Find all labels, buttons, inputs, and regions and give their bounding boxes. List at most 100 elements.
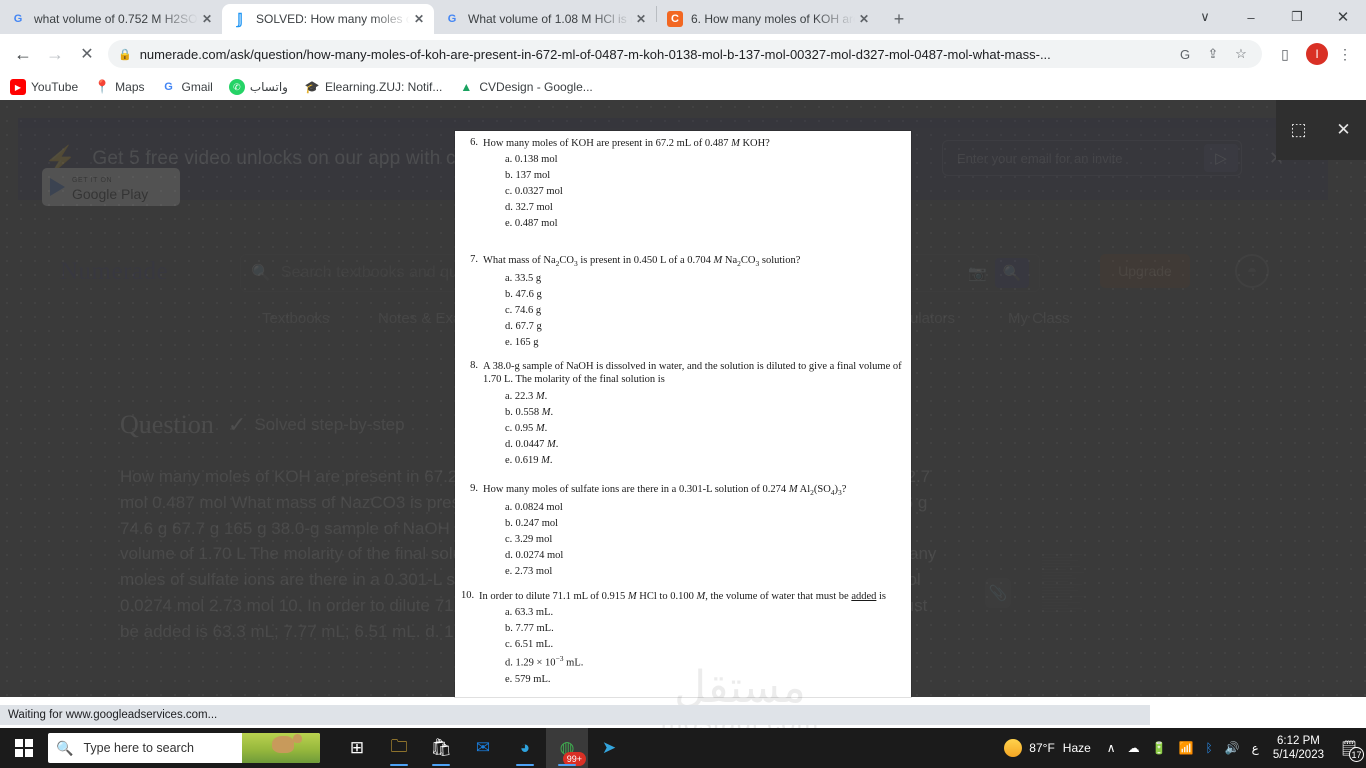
- avatar[interactable]: ◓: [1235, 254, 1269, 288]
- send-icon[interactable]: ▷: [1204, 144, 1238, 172]
- volume-icon[interactable]: 🔊: [1219, 741, 1246, 755]
- maximize-button[interactable]: ❐: [1274, 1, 1320, 33]
- option-e[interactable]: e. 579 mL.: [505, 672, 903, 688]
- telegram-icon[interactable]: ➤: [588, 728, 630, 768]
- nav-my-class[interactable]: My Class: [1008, 310, 1070, 327]
- option-d[interactable]: d. 1.29 × 10−3 mL.: [505, 653, 903, 671]
- close-icon[interactable]: ✕: [855, 10, 873, 28]
- option-e[interactable]: e. 165 g: [505, 335, 903, 351]
- question-text: In order to dilute 71.1 mL of 0.915 M HC…: [479, 591, 887, 602]
- side-panel-icon[interactable]: ▯: [1272, 41, 1298, 67]
- google-play-badge[interactable]: GET IT ON Google Play: [42, 168, 180, 206]
- notification-center-button[interactable]: 🗒 17: [1332, 728, 1366, 768]
- file-explorer-icon[interactable]: 🗀: [378, 728, 420, 768]
- close-viewer-icon[interactable]: ✕: [1330, 116, 1358, 144]
- wifi-icon[interactable]: 📶: [1173, 741, 1200, 755]
- option-a[interactable]: a. 33.5 g: [505, 271, 903, 287]
- option-a[interactable]: a. 22.3 M.: [505, 389, 903, 405]
- bluetooth-icon[interactable]: ᛒ: [1200, 741, 1219, 755]
- bookmark-cvdesign[interactable]: ▲ CVDesign - Google...: [458, 79, 592, 95]
- taskbar-search-input[interactable]: 🔍 Type here to search: [48, 733, 320, 763]
- search-button[interactable]: 🔍: [995, 258, 1029, 288]
- bookmark-label: YouTube: [31, 80, 79, 94]
- document-thumbnail[interactable]: [1038, 552, 1094, 697]
- weather-widget[interactable]: 87°F Haze: [1004, 739, 1091, 757]
- language-indicator[interactable]: ع: [1246, 741, 1265, 755]
- document-question-6: 6. How many moles of KOH are present in …: [455, 137, 911, 232]
- clock-time: 6:12 PM: [1277, 734, 1320, 747]
- close-icon[interactable]: ✕: [198, 10, 216, 28]
- youtube-icon: ▶: [10, 79, 26, 95]
- option-e[interactable]: e. 0.619 M.: [505, 453, 903, 469]
- option-b[interactable]: b. 0.558 M.: [505, 405, 903, 421]
- search-placeholder: Type here to search: [83, 741, 194, 755]
- attachment-icon[interactable]: 📎: [985, 578, 1011, 608]
- option-b[interactable]: b. 7.77 mL.: [505, 621, 903, 637]
- bookmark-elearning[interactable]: 🎓 Elearning.ZUJ: Notif...: [304, 79, 443, 95]
- bookmark-maps[interactable]: 📍 Maps: [94, 79, 144, 95]
- edge-icon[interactable]: ◕: [504, 728, 546, 768]
- drive-icon: ▲: [460, 80, 473, 94]
- option-d[interactable]: d. 0.0447 M.: [505, 437, 903, 453]
- question-text: A 38.0-g sample of NaOH is dissolved in …: [483, 361, 902, 386]
- option-e[interactable]: e. 0.487 mol: [505, 216, 903, 232]
- numerade-logo[interactable]: Numerade: [60, 258, 168, 286]
- browser-tab-4[interactable]: C 6. How many moles of KOH are p ✕: [657, 4, 879, 34]
- microsoft-store-icon[interactable]: 🛍: [420, 728, 462, 768]
- document-question-7: 7. What mass of Na2CO3 is present in 0.4…: [455, 254, 911, 350]
- option-c[interactable]: c. 74.6 g: [505, 303, 903, 319]
- profile-avatar[interactable]: I: [1306, 43, 1328, 65]
- option-c[interactable]: c. 6.51 mL.: [505, 637, 903, 653]
- close-icon[interactable]: ✕: [410, 10, 428, 28]
- option-a[interactable]: a. 0.138 mol: [505, 152, 903, 168]
- browser-tab-strip: G what volume of 0.752 M H2SO4 i ✕ 𝕁 SOL…: [0, 0, 1366, 34]
- close-icon[interactable]: ✕: [632, 10, 650, 28]
- windows-start-button[interactable]: [0, 728, 48, 768]
- nav-textbooks[interactable]: Textbooks: [262, 310, 330, 327]
- invite-email-input[interactable]: Enter your email for an invite ▷: [942, 140, 1242, 176]
- option-e[interactable]: e. 2.73 mol: [505, 564, 903, 580]
- browser-tab-3[interactable]: G What volume of 1.08 M HCl is re ✕: [434, 4, 656, 34]
- show-hidden-icons-chevron[interactable]: ∧: [1101, 741, 1122, 755]
- forward-button[interactable]: →: [40, 39, 70, 69]
- onedrive-icon[interactable]: ☁: [1122, 741, 1146, 755]
- tab-search-icon[interactable]: ∨: [1182, 1, 1228, 33]
- battery-icon[interactable]: 🔋: [1146, 741, 1173, 755]
- option-b[interactable]: b. 137 mol: [505, 168, 903, 184]
- document-viewer-page[interactable]: 6. How many moles of KOH are present in …: [455, 131, 911, 697]
- back-button[interactable]: ←: [8, 39, 38, 69]
- option-c[interactable]: c. 3.29 mol: [505, 532, 903, 548]
- option-a[interactable]: a. 0.0824 mol: [505, 500, 903, 516]
- chrome-icon[interactable]: ◍ 99+: [546, 728, 588, 768]
- google-icon[interactable]: G: [1174, 43, 1196, 65]
- bookmark-gmail[interactable]: G Gmail: [161, 79, 213, 95]
- option-d[interactable]: d. 67.7 g: [505, 319, 903, 335]
- option-c[interactable]: c. 0.95 M.: [505, 421, 903, 437]
- browser-tab-1[interactable]: G what volume of 0.752 M H2SO4 i ✕: [0, 4, 222, 34]
- address-bar[interactable]: 🔒 numerade.com/ask/question/how-many-mol…: [108, 40, 1262, 68]
- fullscreen-icon[interactable]: ⬚: [1285, 116, 1313, 144]
- option-d[interactable]: d. 32.7 mol: [505, 200, 903, 216]
- option-a[interactable]: a. 63.3 mL.: [505, 605, 903, 621]
- option-b[interactable]: b. 47.6 g: [505, 287, 903, 303]
- close-window-button[interactable]: ✕: [1320, 1, 1366, 33]
- bookmark-youtube[interactable]: ▶ YouTube: [10, 79, 78, 95]
- upgrade-button[interactable]: Upgrade: [1100, 254, 1190, 288]
- minimize-button[interactable]: –: [1228, 1, 1274, 33]
- bookmark-star-icon[interactable]: ☆: [1230, 43, 1252, 65]
- option-b[interactable]: b. 0.247 mol: [505, 516, 903, 532]
- option-d[interactable]: d. 0.0274 mol: [505, 548, 903, 564]
- stop-loading-button[interactable]: ✕: [72, 39, 102, 69]
- tab-title: What volume of 1.08 M HCl is re: [468, 12, 632, 26]
- taskbar-clock[interactable]: 6:12 PM 5/14/2023: [1265, 734, 1332, 763]
- camera-icon[interactable]: 📷: [968, 264, 987, 282]
- share-icon[interactable]: ⇪: [1202, 43, 1224, 65]
- mail-icon[interactable]: ✉: [462, 728, 504, 768]
- option-c[interactable]: c. 0.0327 mol: [505, 184, 903, 200]
- task-view-icon[interactable]: ⊞: [336, 728, 378, 768]
- question-text: How many moles of KOH are present in 67.…: [483, 138, 770, 149]
- browser-tab-2[interactable]: 𝕁 SOLVED: How many moles of KOH ✕: [222, 4, 434, 34]
- chrome-menu-icon[interactable]: ⋮: [1332, 41, 1358, 67]
- new-tab-button[interactable]: +: [885, 5, 913, 33]
- bookmark-whatsapp[interactable]: ✆ واتساب: [228, 79, 288, 95]
